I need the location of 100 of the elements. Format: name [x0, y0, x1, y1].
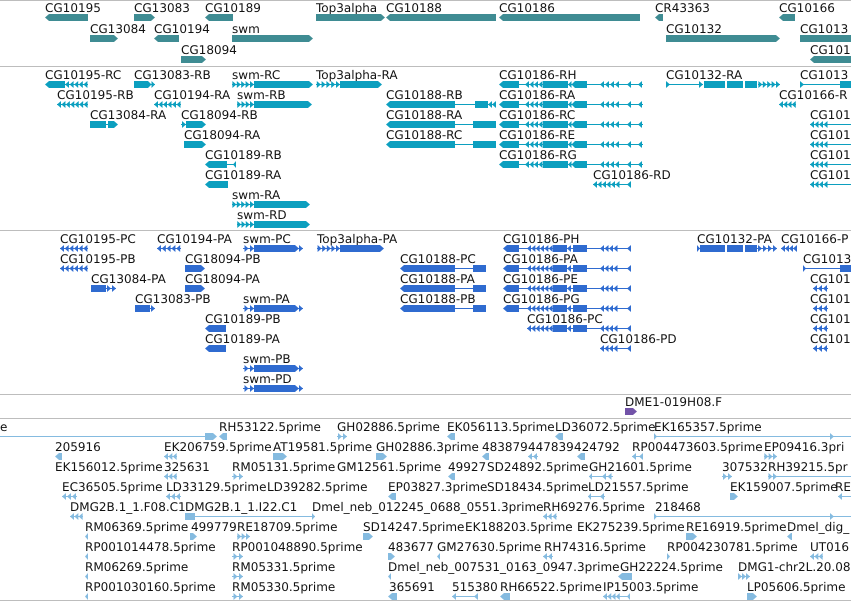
protein-label: CG10186-PC	[527, 313, 603, 325]
est-label: RH74316.5prime	[544, 541, 646, 553]
transcript-label: CG18094-RA	[184, 129, 260, 141]
est-label: RH39215.5pr	[768, 461, 848, 473]
est-label: RP004473603.5prime	[632, 441, 763, 453]
protein-label: CG13083-PB	[135, 293, 211, 305]
est-label: DMG1-chr2L.20.08	[738, 561, 850, 573]
protein-label: CG10186-PD	[600, 333, 677, 345]
protein-label: CG10166-P	[781, 233, 848, 245]
est-label: Dmel_neb_007531_0163_0947.3prime	[388, 561, 620, 573]
gene-label: CG10195	[45, 2, 101, 14]
gene-label: CG10132	[666, 23, 722, 35]
protein-label: swm-PD	[243, 373, 292, 385]
est-label: 307532	[722, 461, 768, 473]
transcript-label: CG10186-RG	[499, 149, 577, 161]
protein-label: CG10188-PC	[400, 253, 476, 265]
est-label: RH69276.5prime	[543, 501, 645, 513]
protein-label: swm-PC	[243, 233, 291, 245]
protein-label: CG10194-PA	[157, 233, 232, 245]
protein-label: CG1013	[803, 253, 851, 265]
gene-label: CG1013	[800, 23, 848, 35]
transcript-label: swm-RB	[237, 89, 286, 101]
transcript-label: CG10188-RC	[386, 129, 462, 141]
est-label: EK156012.5prime	[55, 461, 163, 473]
est-label: RE16919.5prime	[686, 521, 786, 533]
est-label: IP15003.5prime	[603, 581, 698, 593]
est-label: 325631	[164, 461, 210, 473]
est-label: GH02886.5prime	[337, 421, 440, 433]
est-label: Dmel_neb_012245_0688_0551.3prime	[312, 501, 544, 513]
protein-label: CG10186-PG	[503, 293, 580, 305]
transcript-label: CG1013	[800, 69, 848, 81]
transcript-label: CG10189-RB	[205, 149, 282, 161]
est-label: RM06269.5prime	[85, 561, 188, 573]
est-label: AT19581.5prime	[273, 441, 372, 453]
est-label: RH66522.5prime	[500, 581, 602, 593]
protein-label: CG101	[810, 333, 851, 345]
est-label: 499779	[191, 521, 237, 533]
est-label: EP09416.3pri	[764, 441, 844, 453]
gene-label: CR43363	[655, 2, 710, 14]
est-label: 424792	[574, 441, 620, 453]
est-label: Dmel_dig_	[787, 521, 850, 533]
est-label: LD36072.5prime	[555, 421, 656, 433]
transcript-label: CG10189-RA	[205, 169, 282, 181]
protein-label: CG10195-PB	[60, 253, 136, 265]
est-label: SD24892.5prime	[487, 461, 588, 473]
gene-label: CG13083	[134, 2, 190, 14]
protein-label: CG18094-PA	[185, 273, 260, 285]
est-label: GH22224.5prime	[620, 561, 723, 573]
gene-label: CG10189	[205, 2, 261, 14]
est-label: DMG2B.1_1.F08.C1	[70, 501, 186, 513]
transcript-label: CG101	[810, 169, 851, 181]
est-label: DMG2B.1_1.I22.C1	[185, 501, 298, 513]
protein-label: CG101	[810, 293, 851, 305]
transcript-label: CG10186-RH	[499, 69, 577, 81]
transcript-label: CG101	[810, 129, 851, 141]
protein-label: CG10195-PC	[60, 233, 136, 245]
est-label: 447839	[528, 441, 574, 453]
est-label: EC36505.5prime	[62, 481, 163, 493]
protein-label: CG101	[810, 313, 851, 325]
transcript-label: CG10195-RC	[45, 69, 122, 81]
transcript-label: CG13084-RA	[90, 109, 166, 121]
protein-label: CG10186-PE	[503, 273, 578, 285]
protein-label: CG10188-PA	[400, 273, 475, 285]
protein-label: CG101	[810, 273, 851, 285]
transcript-label: CG10132-RA	[666, 69, 742, 81]
est-label: RM05331.5prime	[232, 561, 336, 573]
est-label: EK188203.5prime	[465, 521, 573, 533]
protein-label: CG10186-PH	[503, 233, 580, 245]
protein-label: CG18094-PB	[185, 253, 261, 265]
transcript-label: CG10195-RB	[57, 89, 134, 101]
est-label: SD18434.5prime	[487, 481, 588, 493]
est-label: RP001048890.5prime	[232, 541, 363, 553]
protein-label: CG10189-PB	[205, 313, 281, 325]
transcript-label: CG13083-RB	[134, 69, 211, 81]
est-label: RE	[835, 481, 851, 493]
est-label: LD21557.5prime	[588, 481, 689, 493]
transcript-label: CG10188-RA	[386, 109, 462, 121]
est-label: EK275239.5prime	[577, 521, 685, 533]
protein-label: CG10186-PA	[503, 253, 578, 265]
gene-label: swm	[232, 23, 260, 35]
est-label: GM27630.5prime	[437, 541, 542, 553]
transcript-label: CG101	[810, 109, 851, 121]
transcript-label: CG101	[810, 149, 851, 161]
transcript-label: CG10166-R	[779, 89, 848, 101]
est-label: 483677	[388, 541, 434, 553]
transcript-label: CG10186-RD	[593, 169, 671, 181]
clone-end-label: DME1-019H08.F	[625, 396, 722, 408]
protein-label: Top3alpha-PA	[317, 233, 398, 245]
est-label: RM05131.5prime	[232, 461, 336, 473]
est-label: LP05606.5prime	[747, 581, 846, 593]
gene-label: CG10186	[499, 2, 555, 14]
gene-label: CG10166	[779, 2, 835, 14]
transcript-label: swm-RC	[232, 69, 280, 81]
protein-label: swm-PA	[243, 293, 290, 305]
est-label: LD39282.5prime	[267, 481, 368, 493]
protein-label: CG10132-PA	[697, 233, 772, 245]
transcript-label: swm-RA	[232, 189, 280, 201]
est-label: 483879	[482, 441, 528, 453]
gene-label: CG13084	[90, 23, 146, 35]
transcript-label: CG10188-RB	[386, 89, 463, 101]
